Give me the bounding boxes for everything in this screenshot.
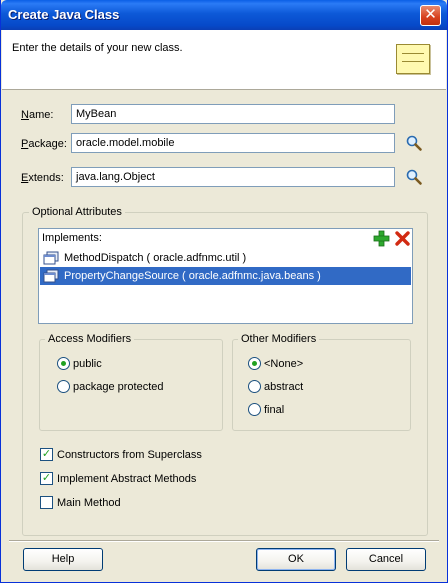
note-icon <box>396 44 430 74</box>
package-label: Package: <box>21 138 67 150</box>
radio-public[interactable] <box>57 357 70 370</box>
radio-none[interactable] <box>248 357 261 370</box>
checkbox-abstract-methods-label: Implement Abstract Methods <box>57 473 197 485</box>
implements-item-label: PropertyChangeSource ( oracle.adfnmc.jav… <box>64 270 321 282</box>
optional-attributes-title: Optional Attributes <box>29 206 125 218</box>
title-bar[interactable]: Create Java Class ✕ <box>1 0 447 30</box>
access-modifiers-title: Access Modifiers <box>45 333 135 345</box>
implements-item-label: MethodDispatch ( oracle.adfnmc.util ) <box>64 252 247 264</box>
extends-label: Extends: <box>21 172 64 184</box>
extends-field[interactable]: java.lang.Object <box>71 167 395 187</box>
close-icon: ✕ <box>424 6 437 23</box>
checkbox-main-method[interactable] <box>40 496 53 509</box>
radio-final-label: final <box>264 404 285 416</box>
search-icon[interactable] <box>405 168 423 186</box>
cancel-button[interactable]: Cancel <box>346 548 426 571</box>
radio-none-label: <None> <box>264 358 304 370</box>
ok-button[interactable]: OK <box>256 548 336 571</box>
implements-label: Implements: <box>42 232 102 244</box>
interface-icon <box>43 269 59 283</box>
name-label: Name: <box>21 109 54 121</box>
name-field[interactable]: MyBean <box>71 104 395 124</box>
radio-package-protected-label: package protected <box>73 381 164 393</box>
package-field[interactable]: oracle.model.mobile <box>71 133 395 153</box>
implements-item[interactable]: MethodDispatch ( oracle.adfnmc.util ) <box>40 249 411 267</box>
checkbox-abstract-methods[interactable]: ✓ <box>40 472 53 485</box>
implements-list[interactable]: Implements: MethodDispatch ( oracle.adfn… <box>38 228 413 324</box>
footer-separator <box>9 540 439 542</box>
radio-final[interactable] <box>248 403 261 416</box>
radio-package-protected[interactable] <box>57 380 70 393</box>
radio-abstract-label: abstract <box>264 381 304 393</box>
checkbox-constructors[interactable]: ✓ <box>40 448 53 461</box>
header-panel: Enter the details of your new class. <box>2 30 446 90</box>
search-icon[interactable] <box>405 134 423 152</box>
help-button[interactable]: Help <box>23 548 103 571</box>
checkbox-constructors-label: Constructors from Superclass <box>57 449 202 461</box>
checkbox-main-method-label: Main Method <box>57 497 121 509</box>
remove-icon[interactable] <box>394 230 411 247</box>
implements-item[interactable]: PropertyChangeSource ( oracle.adfnmc.jav… <box>40 267 411 285</box>
radio-public-label: public <box>73 358 102 370</box>
implements-header: Implements: <box>42 230 411 247</box>
dialog-window: Create Java Class ✕ Enter the details of… <box>0 0 448 583</box>
interface-icon <box>43 251 59 265</box>
header-description: Enter the details of your new class. <box>12 42 183 54</box>
other-modifiers-title: Other Modifiers <box>238 333 320 345</box>
window-title: Create Java Class <box>8 7 120 22</box>
radio-abstract[interactable] <box>248 380 261 393</box>
add-icon[interactable] <box>373 230 390 247</box>
close-button[interactable]: ✕ <box>420 5 441 26</box>
